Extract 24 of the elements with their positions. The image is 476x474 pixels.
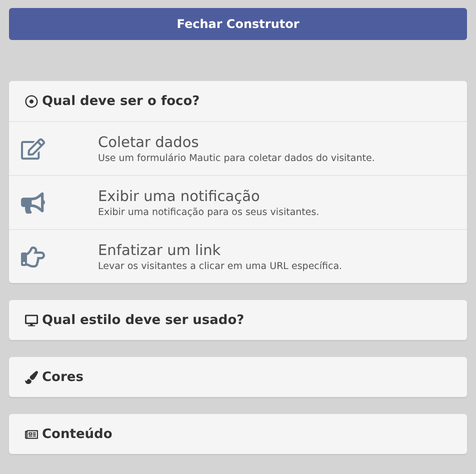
newspaper-icon	[25, 428, 38, 440]
panel-header[interactable]: Qual deve ser o foco?	[9, 81, 467, 122]
option-description: Levar os visitantes a clicar em uma URL específica.	[98, 260, 342, 272]
panel-header[interactable]: Cores	[9, 357, 467, 397]
pointing-hand-icon	[21, 244, 45, 268]
target-icon	[25, 94, 38, 108]
panel-header[interactable]: Conteúdo	[9, 414, 467, 454]
brush-icon	[25, 370, 38, 384]
option-description: Use um formulário Mautic para coletar dados do visitante.	[98, 152, 375, 164]
panel-title: Qual estilo deve ser usado?	[42, 312, 244, 328]
monitor-icon	[25, 314, 38, 326]
megaphone-icon	[21, 190, 45, 214]
focus-option[interactable]: Enfatizar um link Levar os visitantes a clicar em uma URL específica.	[9, 229, 467, 283]
focus-option[interactable]: Coletar dados Use um formulário Mautic para coletar dados do visitante.	[9, 122, 467, 175]
option-description: Exibir uma notificação para os seus visitantes.	[98, 206, 320, 218]
option-title: Enfatizar um link	[98, 242, 222, 260]
panel-title: Conteúdo	[42, 426, 112, 442]
panel-title: Cores	[42, 370, 84, 384]
option-title: Exibir uma notificação	[98, 188, 261, 206]
panel-header[interactable]: Qual estilo deve ser usado?	[9, 300, 467, 340]
option-title: Coletar dados	[98, 134, 200, 152]
focus-option[interactable]: Exibir uma notificação Exibir uma notificação para os seus visitantes.	[9, 175, 467, 229]
panel-title: Qual deve ser o foco?	[42, 94, 200, 108]
close-builder-button[interactable]: Fechar Construtor	[9, 8, 467, 40]
